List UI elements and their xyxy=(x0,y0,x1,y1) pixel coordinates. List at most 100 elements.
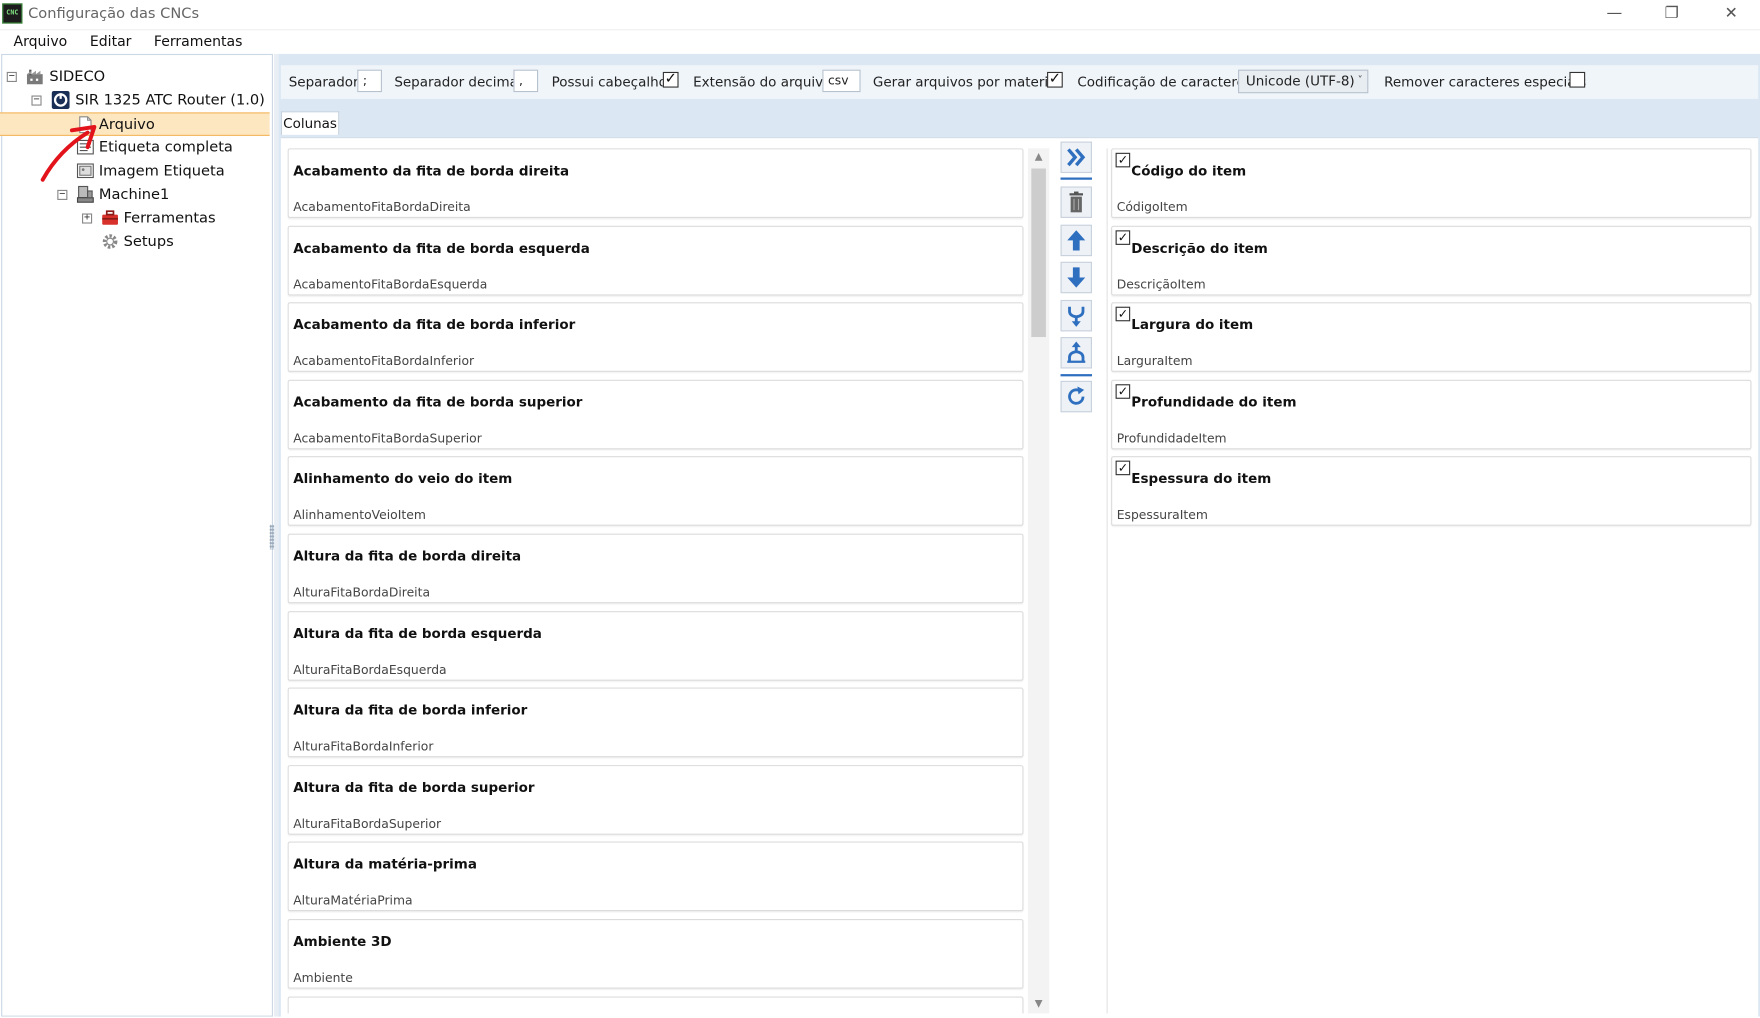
refresh-icon xyxy=(1068,386,1085,405)
tree-node-router[interactable]: − SIR 1325 ATC Router (1.0) xyxy=(0,89,270,113)
minimize-button[interactable]: — xyxy=(1589,0,1641,29)
column-title: Altura da fita de borda superior xyxy=(293,779,535,796)
tree-node-setups[interactable]: Setups xyxy=(0,230,270,254)
tab-strip: Colunas xyxy=(279,108,1759,135)
possui-cabecalho-checkbox[interactable]: ✓ xyxy=(662,72,679,88)
trash-icon xyxy=(1069,191,1083,213)
codificacao-select[interactable]: Unicode (UTF-8) ˅ xyxy=(1238,69,1369,94)
list-item[interactable]: Alinhamento do veio do item AlinhamentoV… xyxy=(287,456,1024,526)
factory-icon xyxy=(26,69,43,85)
column-checkbox[interactable]: ✓ xyxy=(1115,230,1131,245)
list-item[interactable]: Acabamento da fita de borda esquerda Aca… xyxy=(287,225,1024,296)
collapse-icon[interactable]: − xyxy=(31,95,42,106)
column-field: AcabamentoFitaBordaDireita xyxy=(293,199,471,215)
list-item[interactable]: Altura da fita de borda esquerda AlturaF… xyxy=(287,611,1024,681)
codificacao-value: Unicode (UTF-8) xyxy=(1245,73,1355,89)
file-options-toolbar: Separador ; Separador decimal , Possui c… xyxy=(280,65,1759,99)
column-checkbox[interactable]: ✓ xyxy=(1115,152,1131,168)
column-checkbox[interactable]: ✓ xyxy=(1115,306,1131,322)
column-field: AcabamentoFitaBordaEsquerda xyxy=(293,277,488,293)
move-up-button[interactable] xyxy=(1060,224,1092,257)
available-columns-scrollbar[interactable]: ▲ ▼ xyxy=(1027,148,1050,1014)
double-chevron-right-icon xyxy=(1067,148,1086,167)
splitter-grip[interactable] xyxy=(269,524,275,550)
expand-icon[interactable]: + xyxy=(82,213,93,224)
merge-icon xyxy=(1068,306,1085,327)
tree-label: Ferramentas xyxy=(123,210,216,227)
column-title: Descrição do item xyxy=(1131,240,1268,257)
column-field: CódigoItem xyxy=(1116,199,1188,215)
window: CNC Configuração das CNCs — ❐ ✕ Arquivo … xyxy=(0,0,1760,1017)
tab-colunas[interactable]: Colunas xyxy=(280,111,340,135)
list-item[interactable]: ✓ Descrição do item DescriçãoItem xyxy=(1111,225,1752,296)
list-item[interactable]: Altura da fita de borda inferior AlturaF… xyxy=(287,687,1024,758)
split-icon xyxy=(1067,341,1086,363)
list-item[interactable]: Acabamento da fita de borda direita Acab… xyxy=(287,148,1024,218)
tree-label: Arquivo xyxy=(98,116,155,134)
list-item[interactable]: Altura da matéria-prima AlturaMatériaPri… xyxy=(287,841,1024,912)
machine-brand-icon xyxy=(51,90,70,109)
list-item[interactable]: ✓ Profundidade do item ProfundidadeItem xyxy=(1111,379,1752,450)
remover-especiais-checkbox[interactable] xyxy=(1569,71,1586,88)
column-field: AlturaFitaBordaDireita xyxy=(293,585,431,600)
separador-label: Separador xyxy=(288,74,359,90)
window-title: Configuração das CNCs xyxy=(28,5,200,23)
list-item[interactable] xyxy=(287,996,1024,1014)
gerar-por-material-checkbox[interactable]: ✓ xyxy=(1047,72,1063,88)
toolbox-icon xyxy=(102,210,118,225)
separador-decimal-input[interactable]: , xyxy=(513,69,539,93)
tree-label: Machine1 xyxy=(98,186,170,204)
column-field: Ambiente xyxy=(293,970,353,986)
list-item[interactable]: Altura da fita de borda direita AlturaFi… xyxy=(287,533,1024,604)
separador-decimal-label: Separador decimal xyxy=(394,74,522,90)
refresh-button[interactable] xyxy=(1060,380,1092,413)
list-item[interactable]: Altura da fita de borda superior AlturaF… xyxy=(287,765,1024,835)
chevron-down-icon: ˅ xyxy=(1357,75,1363,87)
collapse-icon[interactable]: − xyxy=(57,189,68,200)
menu-ferramentas[interactable]: Ferramentas xyxy=(154,33,243,50)
machine-icon xyxy=(76,185,94,203)
scroll-down-icon[interactable]: ▼ xyxy=(1028,995,1049,1013)
tree-label: Etiqueta completa xyxy=(98,139,233,157)
possui-cabecalho-label: Possui cabeçalho xyxy=(551,74,667,90)
list-item[interactable]: Ambiente 3D Ambiente xyxy=(287,918,1024,989)
column-checkbox[interactable]: ✓ xyxy=(1115,460,1131,476)
column-checkbox[interactable]: ✓ xyxy=(1115,384,1131,399)
menu-editar[interactable]: Editar xyxy=(90,33,132,50)
arrow-down-icon xyxy=(1067,267,1086,288)
scroll-thumb[interactable] xyxy=(1031,168,1046,338)
column-title: Acabamento da fita de borda esquerda xyxy=(293,240,590,257)
merge-button[interactable] xyxy=(1060,299,1092,332)
restore-button[interactable]: ❐ xyxy=(1646,0,1698,29)
column-field: AlturaFitaBordaSuperior xyxy=(293,816,442,832)
tree-label: SIDECO xyxy=(49,68,106,86)
collapse-icon[interactable]: − xyxy=(6,71,17,83)
list-item[interactable]: ✓ Código do item CódigoItem xyxy=(1111,148,1752,218)
column-title: Acabamento da fita de borda superior xyxy=(293,394,583,411)
delete-button[interactable] xyxy=(1060,186,1092,218)
list-item[interactable]: ✓ Largura do item LarguraItem xyxy=(1111,302,1752,372)
available-columns-list: Acabamento da fita de borda direita Acab… xyxy=(287,148,1025,1014)
separador-input[interactable]: ; xyxy=(357,69,382,93)
column-field: AlinhamentoVeioItem xyxy=(293,507,426,523)
close-button[interactable]: ✕ xyxy=(1705,0,1757,29)
column-field: EspessuraItem xyxy=(1116,507,1208,523)
title-bar: CNC Configuração das CNCs — ❐ ✕ xyxy=(0,0,1760,31)
move-down-button[interactable] xyxy=(1060,261,1092,294)
column-title: Espessura do item xyxy=(1131,470,1272,487)
list-item[interactable]: ✓ Espessura do item EspessuraItem xyxy=(1111,456,1752,526)
list-item[interactable]: Acabamento da fita de borda superior Aca… xyxy=(287,379,1024,450)
tree-node-machine1[interactable]: − Machine1 xyxy=(0,183,270,207)
scroll-up-icon[interactable]: ▲ xyxy=(1028,148,1049,166)
column-title: Altura da fita de borda direita xyxy=(293,548,522,564)
add-all-button[interactable] xyxy=(1060,141,1092,174)
extensao-input[interactable]: csv xyxy=(822,69,861,93)
split-button[interactable] xyxy=(1060,337,1092,369)
column-field: AlturaMatériaPrima xyxy=(293,893,413,908)
menu-arquivo[interactable]: Arquivo xyxy=(13,33,67,50)
column-field: ProfundidadeItem xyxy=(1116,431,1227,447)
tree-node-sideco[interactable]: − SIDECO xyxy=(0,65,270,89)
list-item[interactable]: Acabamento da fita de borda inferior Aca… xyxy=(287,302,1024,372)
tree-node-ferramentas[interactable]: + Ferramentas xyxy=(0,207,270,231)
column-field: AlturaFitaBordaInferior xyxy=(293,739,434,754)
